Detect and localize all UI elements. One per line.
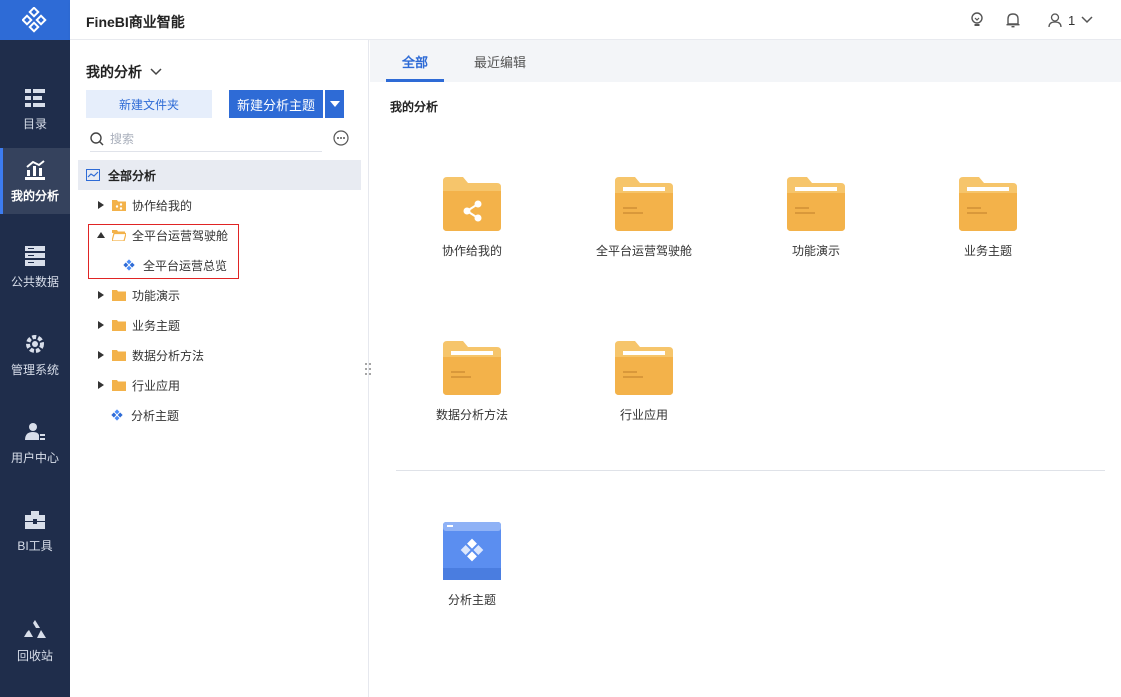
user-name: 1 [1068, 12, 1076, 28]
tree-item-label: 业务主题 [132, 318, 181, 333]
tree-item-label: 协作给我的 [132, 198, 193, 213]
nav-item-admin[interactable]: 管理系统 [0, 324, 70, 386]
nav-rail: 目录 我的分析 公共数据 管理系统 用户中心 BI工具 回收站 [0, 0, 70, 697]
caret-down-icon [329, 101, 340, 107]
logo-icon [22, 7, 47, 33]
search-input[interactable] [110, 131, 310, 146]
folder-icon [112, 289, 126, 301]
nav-label: BI工具 [17, 538, 53, 553]
top-header: FineBI商业智能 1 [70, 0, 1121, 40]
chevron-down-icon [150, 68, 162, 76]
nav-item-catalog[interactable]: 目录 [0, 78, 70, 140]
nav-label: 我的分析 [10, 188, 59, 203]
tree-item-label: 分析主题 [131, 408, 180, 423]
folder-icon [615, 341, 673, 395]
folder-card-label: 业务主题 [963, 244, 1012, 258]
tree-item-demo[interactable]: 功能演示 [78, 280, 361, 310]
analysis-icon [24, 159, 46, 181]
nav-label: 公共数据 [10, 274, 59, 289]
more-icon[interactable] [333, 130, 349, 146]
folder-card-label: 数据分析方法 [435, 408, 508, 422]
lightbulb-icon[interactable] [967, 10, 987, 30]
user-center-icon [24, 421, 46, 443]
drag-handle-icon[interactable] [364, 362, 372, 376]
tree-item-label: 功能演示 [132, 288, 181, 303]
main-tabs: 全部 最近编辑 [370, 40, 1121, 82]
folder-icon [112, 349, 126, 361]
panel-title: 我的分析 [86, 64, 142, 80]
subject-card-label: 分析主题 [447, 593, 496, 607]
folder-card-cockpit[interactable]: 全平台运营驾驶舱 [564, 177, 724, 259]
user-menu[interactable]: 1 [1048, 10, 1093, 30]
tree-root-label: 全部分析 [108, 168, 157, 183]
nav-label: 管理系统 [10, 362, 59, 377]
directory-panel: 我的分析 新建文件夹 新建分析主题 全部分析 协作给我的 全平台运营驾驶舱 全平… [70, 40, 369, 697]
nav-label: 目录 [22, 116, 47, 131]
data-icon [24, 245, 46, 267]
search-box [90, 126, 322, 152]
app-title: FineBI商业智能 [86, 14, 185, 30]
caret-right-icon[interactable] [96, 290, 106, 300]
folder-card-business[interactable]: 业务主题 [908, 177, 1068, 259]
search-icon [90, 131, 104, 146]
nav-label: 用户中心 [10, 450, 59, 465]
folder-card-industry[interactable]: 行业应用 [564, 341, 724, 423]
section-title: 我的分析 [390, 100, 439, 114]
folder-card-label: 协作给我的 [441, 244, 502, 258]
caret-right-icon[interactable] [96, 380, 106, 390]
app-logo[interactable] [0, 0, 70, 40]
gear-icon [24, 333, 46, 355]
tree-item-label: 数据分析方法 [132, 348, 205, 363]
tree-item-industry[interactable]: 行业应用 [78, 370, 361, 400]
folder-icon [443, 341, 501, 395]
nav-item-user-center[interactable]: 用户中心 [0, 412, 70, 474]
new-subject-button[interactable]: 新建分析主题 [229, 90, 323, 118]
recycle-icon [24, 619, 46, 641]
folder-icon [615, 177, 673, 231]
nav-item-my-analysis[interactable]: 我的分析 [0, 148, 70, 214]
section-divider [396, 470, 1105, 471]
subject-card[interactable]: 分析主题 [392, 522, 552, 608]
subject-icon [111, 409, 125, 421]
chart-icon [86, 169, 100, 181]
highlight-box [88, 224, 239, 279]
folder-card-methods[interactable]: 数据分析方法 [392, 341, 552, 423]
caret-right-icon[interactable] [96, 200, 106, 210]
folder-card-label: 全平台运营驾驶舱 [595, 244, 692, 258]
tree-item-methods[interactable]: 数据分析方法 [78, 340, 361, 370]
new-folder-button[interactable]: 新建文件夹 [86, 90, 212, 118]
catalog-icon [24, 87, 46, 109]
tree-root-all-analysis[interactable]: 全部分析 [78, 160, 361, 190]
folder-icon [959, 177, 1017, 231]
caret-right-icon[interactable] [96, 320, 106, 330]
bell-icon[interactable] [1003, 10, 1023, 30]
folder-icon [787, 177, 845, 231]
nav-item-recycle[interactable]: 回收站 [0, 610, 70, 672]
folder-icon [112, 379, 126, 391]
subject-card-icon [443, 522, 501, 580]
tree-item-shared[interactable]: 协作给我的 [78, 190, 361, 220]
toolbox-icon [24, 509, 46, 531]
tab-recent[interactable]: 最近编辑 [474, 40, 526, 82]
folder-card-label: 行业应用 [619, 408, 668, 422]
panel-title-dropdown[interactable]: 我的分析 [86, 62, 162, 82]
tree-item-label: 行业应用 [132, 378, 181, 393]
user-icon [1048, 12, 1062, 27]
folder-card-demo[interactable]: 功能演示 [736, 177, 896, 259]
nav-item-public-data[interactable]: 公共数据 [0, 236, 70, 298]
shared-folder-icon [443, 177, 501, 231]
nav-label: 回收站 [16, 648, 53, 663]
folder-icon [112, 319, 126, 331]
new-subject-dropdown[interactable] [325, 90, 344, 118]
tree-item-subject[interactable]: 分析主题 [78, 400, 361, 430]
shared-folder-icon [112, 199, 126, 211]
caret-right-icon[interactable] [96, 350, 106, 360]
folder-card-shared[interactable]: 协作给我的 [392, 177, 552, 259]
folder-card-label: 功能演示 [791, 244, 840, 258]
chevron-down-icon [1081, 16, 1093, 24]
nav-item-bi-tools[interactable]: BI工具 [0, 500, 70, 562]
tab-all[interactable]: 全部 [385, 40, 445, 82]
tree-item-business[interactable]: 业务主题 [78, 310, 361, 340]
